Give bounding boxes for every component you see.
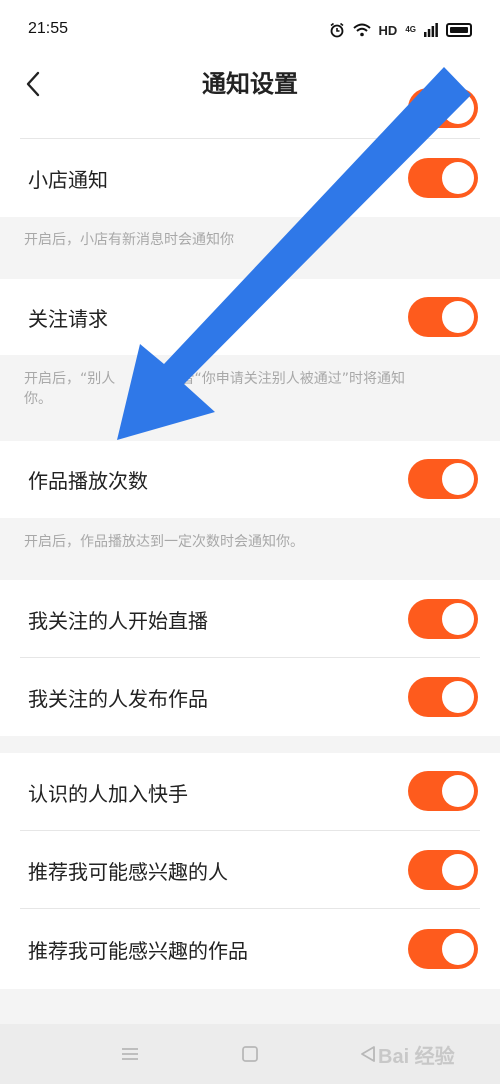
toggle-knob (442, 775, 474, 807)
toggle-switch[interactable] (408, 158, 478, 198)
alarm-icon (330, 22, 344, 38)
setting-row-shop[interactable]: 小店通知 (0, 139, 500, 217)
status-icons: HD 4G (329, 20, 472, 40)
toggle-switch[interactable] (408, 929, 478, 969)
watermark-logo: Bai 经验 (378, 1046, 455, 1068)
partial-setting-row (0, 88, 500, 139)
menu-icon[interactable] (118, 1042, 142, 1066)
setting-row-new-post[interactable]: 我关注的人发布作品 (0, 658, 500, 736)
back-triangle-icon[interactable] (356, 1042, 380, 1066)
toggle-switch[interactable] (408, 459, 478, 499)
setting-label: 推荐我可能感兴趣的作品 (28, 938, 248, 963)
setting-label: 推荐我可能感兴趣的人 (28, 859, 228, 884)
setting-description: 开启后，作品播放达到一定次数时会通知你。 (24, 534, 304, 550)
setting-label: 我关注的人发布作品 (28, 686, 208, 711)
status-time: 21:55 (28, 20, 69, 37)
toggle-knob (442, 463, 474, 495)
signal-icon (424, 23, 438, 37)
setting-label: 关注请求 (28, 306, 108, 331)
setting-label: 作品播放次数 (28, 469, 148, 493)
hd-indicator: HD (378, 22, 398, 38)
setting-row-follow-request[interactable]: 关注请求 (0, 279, 500, 355)
toggle-switch[interactable] (408, 88, 478, 128)
toggle-switch[interactable] (408, 677, 478, 717)
toggle-knob (442, 162, 474, 194)
toggle-switch[interactable] (408, 599, 478, 639)
toggle-knob (442, 681, 474, 713)
setting-row-recommend-works[interactable]: 推荐我可能感兴趣的作品 (0, 909, 500, 989)
setting-description: 开启后，小店有新消息时会通知你 (24, 232, 234, 248)
toggle-switch[interactable] (408, 771, 478, 811)
setting-description: 开启后，“别人 你”或者“你申请关注别人被通过”时将通知 (24, 371, 406, 387)
status-bar: 21:55 HD 4G (0, 0, 500, 60)
toggle-switch[interactable] (408, 850, 478, 890)
setting-row-play-count[interactable]: 作品播放次数 (0, 441, 500, 518)
setting-row-recommend-people[interactable]: 推荐我可能感兴趣的人 (0, 831, 500, 909)
system-nav-bar: Bai 经验 (0, 1024, 500, 1084)
setting-description-continued: 你。 (24, 391, 52, 407)
toggle-knob (442, 854, 474, 886)
battery-icon (446, 23, 472, 37)
toggle-switch[interactable] (408, 297, 478, 337)
setting-label: 小店通知 (28, 167, 108, 192)
toggle-knob (442, 933, 474, 965)
setting-label: 认识的人加入快手 (28, 781, 188, 806)
setting-row-live[interactable]: 我关注的人开始直播 (0, 580, 500, 658)
wifi-icon (352, 23, 371, 37)
toggle-knob (442, 603, 474, 635)
setting-row-contacts-join[interactable]: 认识的人加入快手 (0, 753, 500, 831)
setting-label: 我关注的人开始直播 (28, 608, 208, 633)
network-type: 4G (405, 25, 416, 34)
toggle-knob (442, 301, 474, 333)
home-icon[interactable] (238, 1042, 262, 1066)
